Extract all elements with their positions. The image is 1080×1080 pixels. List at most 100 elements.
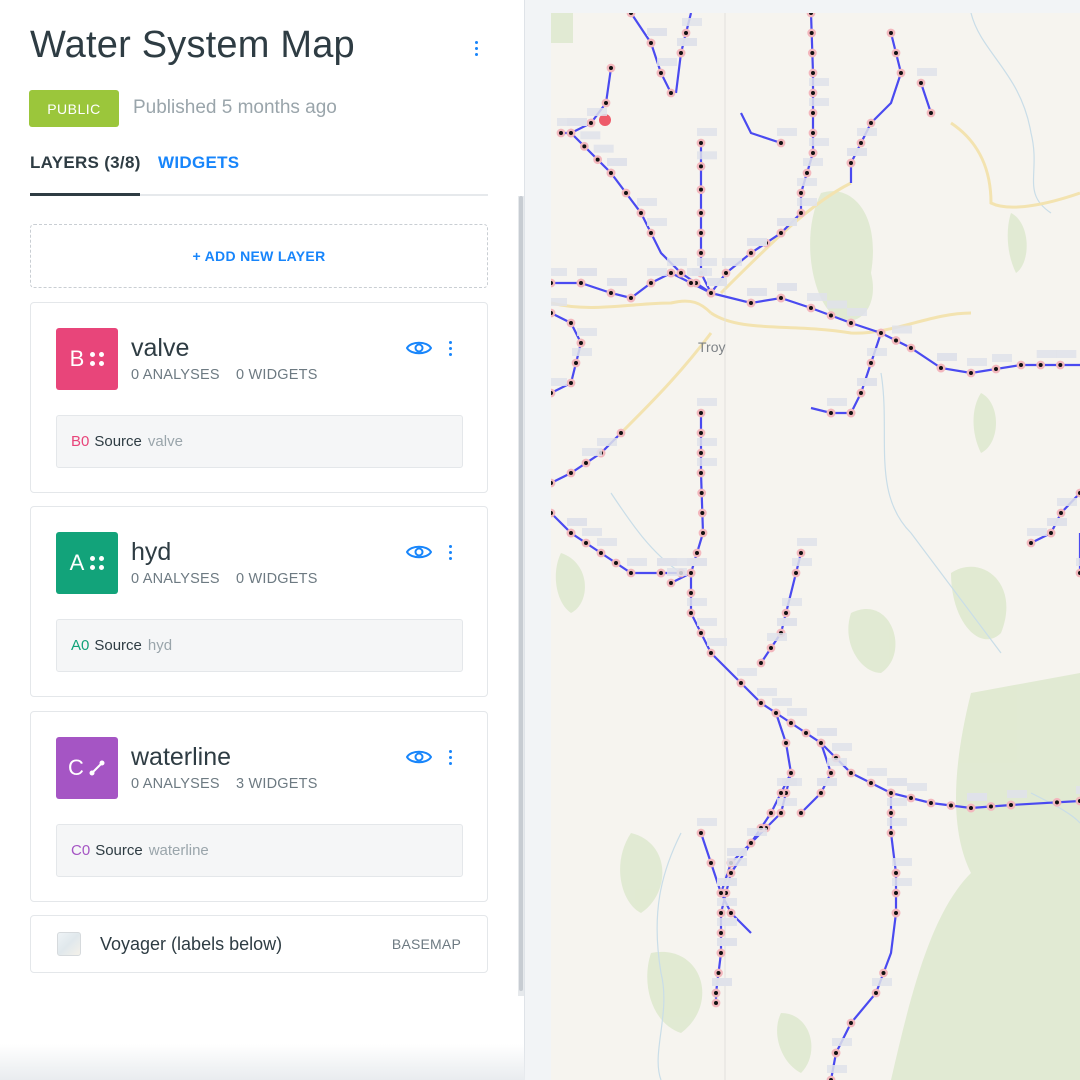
valve-point[interactable] <box>606 63 616 73</box>
valve-point[interactable] <box>896 68 906 78</box>
valve-point[interactable] <box>816 738 826 748</box>
valve-point[interactable] <box>807 28 817 38</box>
valve-point[interactable] <box>566 128 576 138</box>
valve-point[interactable] <box>566 528 576 538</box>
valve-point[interactable] <box>946 801 956 810</box>
valve-point[interactable] <box>711 998 721 1008</box>
eye-icon[interactable] <box>406 339 432 357</box>
valve-point[interactable] <box>666 578 676 588</box>
valve-point[interactable] <box>681 28 691 38</box>
valve-point[interactable] <box>1046 528 1056 538</box>
valve-point[interactable] <box>706 648 716 658</box>
layer-card-hyd[interactable]: A hyd 0 ANALYSES 0 WIDGETS A0 Source hyd <box>30 506 488 697</box>
valve-point[interactable] <box>906 343 916 353</box>
valve-point[interactable] <box>826 408 836 418</box>
valve-point[interactable] <box>846 1018 856 1028</box>
valve-point[interactable] <box>866 118 876 128</box>
valve-point[interactable] <box>626 13 636 18</box>
valve-point[interactable] <box>551 508 556 518</box>
valve-point[interactable] <box>808 88 818 98</box>
valve-point[interactable] <box>714 968 723 978</box>
valve-point[interactable] <box>646 278 656 288</box>
privacy-badge[interactable]: PUBLIC <box>29 90 119 127</box>
layer-name[interactable]: waterline <box>131 743 231 772</box>
valve-point[interactable] <box>1056 508 1066 518</box>
valve-point[interactable] <box>716 888 726 898</box>
valve-point[interactable] <box>676 268 686 278</box>
valve-point[interactable] <box>991 364 1001 374</box>
valve-point[interactable] <box>808 148 818 158</box>
source-node[interactable]: B0 Source valve <box>56 415 463 468</box>
layer-options-menu-icon[interactable] <box>442 540 458 564</box>
valve-point[interactable] <box>711 988 721 998</box>
valve-point[interactable] <box>746 298 756 308</box>
valve-point[interactable] <box>756 698 766 708</box>
valve-point[interactable] <box>551 478 556 488</box>
valve-point[interactable] <box>621 188 631 198</box>
valve-point[interactable] <box>576 338 586 348</box>
valve-point[interactable] <box>846 768 856 778</box>
valve-point[interactable] <box>666 268 676 278</box>
valve-point[interactable] <box>846 318 856 328</box>
layer-card-valve[interactable]: B valve 0 ANALYSES 0 WIDGETS B0 Source v… <box>30 302 488 493</box>
valve-point[interactable] <box>551 278 556 288</box>
layer-options-menu-icon[interactable] <box>442 336 458 360</box>
valve-point[interactable] <box>866 778 876 788</box>
valve-point[interactable] <box>871 988 881 998</box>
valve-point[interactable] <box>916 78 926 88</box>
valve-point[interactable] <box>806 303 816 313</box>
eye-icon[interactable] <box>406 543 432 561</box>
valve-point[interactable] <box>696 161 706 171</box>
valve-point[interactable] <box>856 138 866 148</box>
valve-point[interactable] <box>891 888 901 898</box>
valve-point[interactable] <box>1036 360 1046 370</box>
valve-point[interactable] <box>696 185 706 195</box>
page-title[interactable]: Water System Map <box>30 24 355 67</box>
valve-point[interactable] <box>696 628 706 638</box>
source-node[interactable]: A0 Source hyd <box>56 619 463 672</box>
add-new-layer-button[interactable]: + ADD NEW LAYER <box>30 224 488 288</box>
valve-point[interactable] <box>891 868 901 878</box>
valve-point[interactable] <box>696 828 706 838</box>
valve-point[interactable] <box>646 38 656 48</box>
valve-point[interactable] <box>656 68 666 78</box>
valve-point[interactable] <box>802 168 812 178</box>
valve-point[interactable] <box>796 808 806 818</box>
valve-point[interactable] <box>726 868 736 878</box>
valve-point[interactable] <box>986 802 996 811</box>
valve-point[interactable] <box>551 308 556 318</box>
valve-point[interactable] <box>686 608 696 618</box>
map-svg[interactable]: Troy <box>551 13 1080 1080</box>
valve-point[interactable] <box>776 293 786 303</box>
valve-point[interactable] <box>826 311 836 320</box>
valve-point[interactable] <box>796 188 806 198</box>
valve-point[interactable] <box>776 808 786 818</box>
valve-point[interactable] <box>801 728 811 738</box>
valve-point[interactable] <box>1006 800 1016 810</box>
valve-point[interactable] <box>756 658 766 668</box>
valve-point[interactable] <box>696 428 706 438</box>
valve-point[interactable] <box>926 108 936 118</box>
valve-point[interactable] <box>692 548 702 558</box>
tab-layers[interactable]: LAYERS (3/8) <box>30 153 141 173</box>
valve-point[interactable] <box>879 968 888 978</box>
valve-point[interactable] <box>746 248 756 258</box>
valve-point[interactable] <box>551 388 556 398</box>
valve-point[interactable] <box>791 568 801 578</box>
valve-point[interactable] <box>746 838 756 848</box>
valve-point[interactable] <box>697 488 707 498</box>
valve-point[interactable] <box>576 278 586 288</box>
valve-point[interactable] <box>656 568 666 578</box>
valve-point[interactable] <box>886 28 896 38</box>
valve-point[interactable] <box>808 68 818 78</box>
valve-point[interactable] <box>686 588 696 598</box>
valve-point[interactable] <box>846 158 856 168</box>
map-options-menu-icon[interactable] <box>468 36 484 60</box>
valve-point[interactable] <box>706 858 716 868</box>
valve-point[interactable] <box>586 118 596 128</box>
valve-point[interactable] <box>796 548 806 558</box>
valve-point[interactable] <box>831 1048 841 1058</box>
valve-point[interactable] <box>886 808 896 818</box>
valve-point[interactable] <box>696 138 706 148</box>
valve-point[interactable] <box>906 793 916 803</box>
